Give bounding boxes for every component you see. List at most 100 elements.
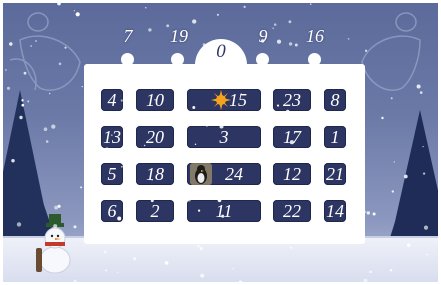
snowflake [272,27,274,30]
snowflake [54,205,59,210]
door-number: 22 [283,200,301,221]
snowflake [93,110,97,114]
snowflake [64,46,67,49]
snowflake [366,211,370,215]
snowflake [9,42,13,46]
advent-calendar-scene: 0 7 19 9 16 4 10 15 23 8 13 20 3 17 1 5 … [0,0,441,285]
snowflake [116,271,119,274]
snowflake [0,137,2,141]
calendar-door[interactable]: 13 [101,126,123,148]
snowflake [381,116,384,120]
snowflake [170,70,173,73]
snowflake [57,204,61,208]
snowflake [276,39,282,44]
door-number: 24 [225,163,243,184]
snowflake [80,186,83,189]
snowflake [257,187,260,190]
snowflake [309,3,312,6]
snowflake [35,40,37,42]
snowflake [53,224,58,229]
snowflake [244,160,247,163]
calendar-door[interactable]: 14 [324,200,346,222]
snowflake [11,158,15,163]
snowflake [75,12,80,17]
snowflake [288,42,293,46]
snowflake [177,62,180,65]
snowflake [287,1,290,3]
snowflake [215,159,218,161]
snowflake [369,270,372,274]
snowflake [73,9,76,12]
door-number: 15 [229,89,247,110]
snowflake [205,124,209,127]
snowflake [347,38,350,40]
snowflake [343,196,345,199]
door-number: 20 [146,126,164,147]
snowflake [232,268,234,270]
snowflake [315,181,318,184]
snowflake [166,24,170,28]
snowflake [21,99,24,102]
door-number: 12 [283,163,301,184]
snowflake [362,210,366,214]
snowflake [121,165,123,168]
door-number: 17 [283,126,301,147]
door-number: 2 [150,200,160,221]
snowflake [210,117,212,119]
snowflake [426,253,428,256]
snowflake [58,62,62,66]
snowflake [417,0,421,2]
snowflake [197,244,200,248]
snowflake [194,155,197,158]
snowflake [353,116,355,119]
snowflake [174,80,176,82]
door-number: 13 [103,126,121,147]
snowflake [216,13,219,16]
snowflake [188,188,193,194]
snowflake [192,106,196,109]
snowflake [423,225,429,230]
snowflake [192,19,197,24]
snowflake [203,69,207,74]
snowflake [199,155,204,160]
snowflake [273,23,277,26]
door-number: 6 [107,200,117,221]
snowflake [5,69,7,71]
snowflake [276,104,280,107]
door-number: 14 [326,200,344,221]
snowflake [45,140,49,143]
snowflake [21,103,25,107]
snowflake [114,65,119,70]
snowflake [364,49,368,52]
snowflake [290,246,293,249]
snowflake [258,116,261,119]
snowflake [422,172,426,175]
snowflake [357,173,361,177]
snowflake [136,231,140,235]
snowflake [257,124,260,127]
snowflake [406,243,411,247]
snowflake [120,99,123,102]
door-number: 23 [283,89,301,110]
snowflake [130,108,136,113]
snowflake [117,216,122,221]
door-number: 10 [146,89,164,110]
snowflake [23,71,27,75]
snowflake [235,78,238,81]
snowflake [0,277,4,281]
snowflake [197,209,201,212]
snowflake [133,257,137,261]
snowflake [261,39,265,43]
door-number: 18 [146,163,164,184]
snowflake [103,250,107,254]
door-number: 21 [326,163,344,184]
snowflake [81,85,83,88]
snowflake [71,0,76,3]
door-number: 1 [330,126,340,147]
snowflake [27,100,30,103]
snowflake [183,155,187,159]
door-number: 5 [107,163,117,184]
snowflake [33,250,35,252]
calendar-door[interactable]: 21 [324,163,346,185]
snowflake [212,70,216,73]
